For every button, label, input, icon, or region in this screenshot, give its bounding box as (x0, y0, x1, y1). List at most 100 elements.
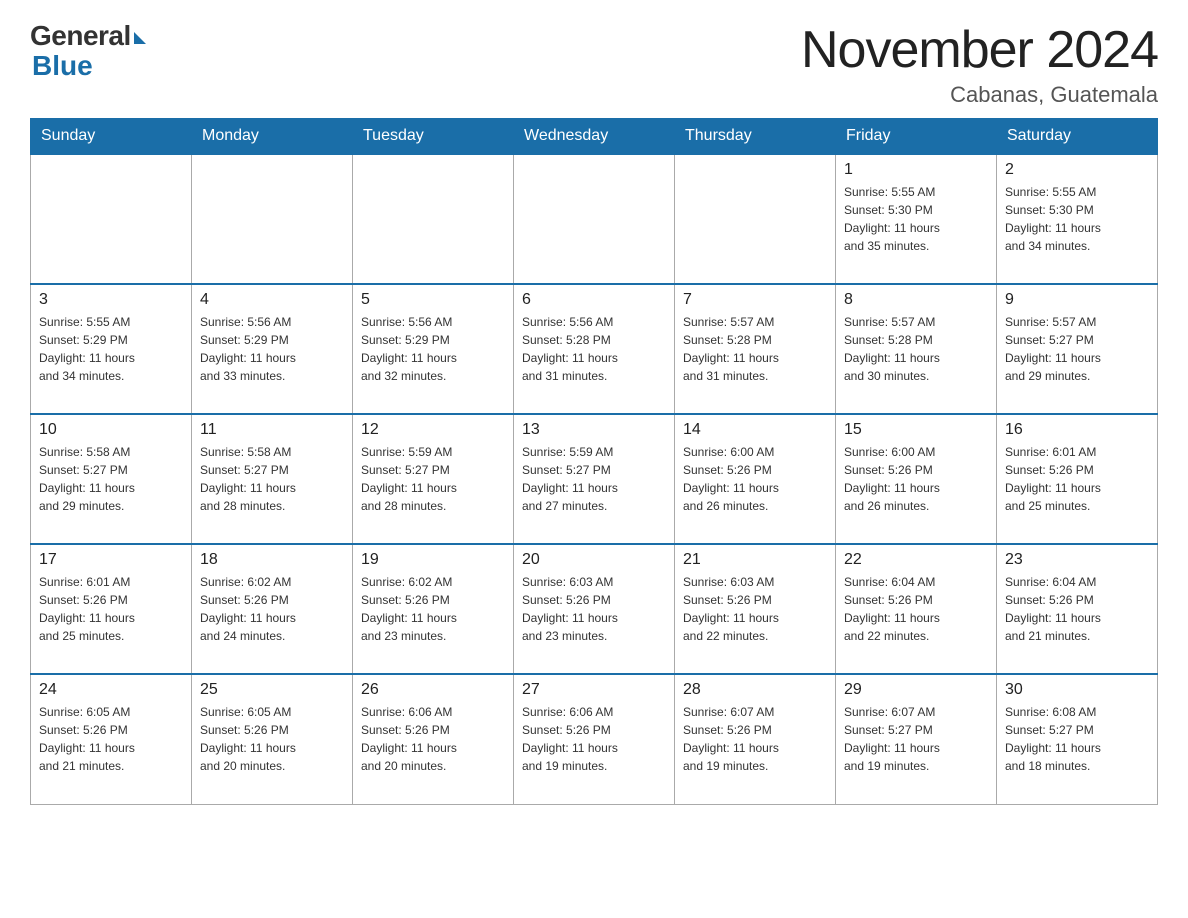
day-number: 1 (844, 161, 988, 179)
day-number: 18 (200, 551, 344, 569)
day-number: 7 (683, 291, 827, 309)
week-row-5: 24 Sunrise: 6:05 AM Sunset: 5:26 PM Dayli… (31, 674, 1158, 804)
calendar-cell: 28 Sunrise: 6:07 AM Sunset: 5:26 PM Dayli… (675, 674, 836, 804)
calendar-cell: 25 Sunrise: 6:05 AM Sunset: 5:26 PM Dayli… (192, 674, 353, 804)
day-number: 12 (361, 421, 505, 439)
day-number: 23 (1005, 551, 1149, 569)
calendar-cell: 27 Sunrise: 6:06 AM Sunset: 5:26 PM Dayli… (514, 674, 675, 804)
day-number: 16 (1005, 421, 1149, 439)
month-title: November 2024 (801, 20, 1158, 80)
day-info: Sunrise: 6:01 AM Sunset: 5:26 PM Dayligh… (39, 573, 183, 645)
calendar-cell: 20 Sunrise: 6:03 AM Sunset: 5:26 PM Dayli… (514, 544, 675, 674)
day-number: 22 (844, 551, 988, 569)
day-info: Sunrise: 6:02 AM Sunset: 5:26 PM Dayligh… (361, 573, 505, 645)
calendar-cell: 6 Sunrise: 5:56 AM Sunset: 5:28 PM Daylig… (514, 284, 675, 414)
week-row-1: 1 Sunrise: 5:55 AM Sunset: 5:30 PM Daylig… (31, 154, 1158, 284)
logo-general-text: General (30, 20, 131, 52)
calendar-cell: 11Sunrise: 5:58 AM Sunset: 5:27 PM Dayli… (192, 414, 353, 544)
day-info: Sunrise: 5:59 AM Sunset: 5:27 PM Dayligh… (522, 443, 666, 515)
calendar-cell: 5 Sunrise: 5:56 AM Sunset: 5:29 PM Daylig… (353, 284, 514, 414)
day-info: Sunrise: 6:02 AM Sunset: 5:26 PM Dayligh… (200, 573, 344, 645)
day-info: Sunrise: 5:57 AM Sunset: 5:28 PM Dayligh… (844, 313, 988, 385)
day-number: 8 (844, 291, 988, 309)
day-number: 2 (1005, 161, 1149, 179)
header-sunday: Sunday (31, 119, 192, 155)
day-info: Sunrise: 6:05 AM Sunset: 5:26 PM Dayligh… (39, 703, 183, 775)
day-info: Sunrise: 6:00 AM Sunset: 5:26 PM Dayligh… (844, 443, 988, 515)
calendar-cell: 19Sunrise: 6:02 AM Sunset: 5:26 PM Dayli… (353, 544, 514, 674)
title-section: November 2024 Cabanas, Guatemala (801, 20, 1158, 108)
logo: General Blue (30, 20, 146, 82)
day-number: 21 (683, 551, 827, 569)
header-monday: Monday (192, 119, 353, 155)
day-info: Sunrise: 6:04 AM Sunset: 5:26 PM Dayligh… (844, 573, 988, 645)
day-number: 10 (39, 421, 183, 439)
calendar-cell: 16Sunrise: 6:01 AM Sunset: 5:26 PM Dayli… (997, 414, 1158, 544)
day-number: 11 (200, 421, 344, 439)
calendar-cell: 4Sunrise: 5:56 AM Sunset: 5:29 PM Daylig… (192, 284, 353, 414)
day-number: 20 (522, 551, 666, 569)
day-number: 5 (361, 291, 505, 309)
day-info: Sunrise: 5:57 AM Sunset: 5:28 PM Dayligh… (683, 313, 827, 385)
day-number: 6 (522, 291, 666, 309)
day-info: Sunrise: 5:56 AM Sunset: 5:28 PM Dayligh… (522, 313, 666, 385)
calendar-cell: 15 Sunrise: 6:00 AM Sunset: 5:26 PM Dayli… (836, 414, 997, 544)
calendar-cell: 30Sunrise: 6:08 AM Sunset: 5:27 PM Dayli… (997, 674, 1158, 804)
day-info: Sunrise: 5:55 AM Sunset: 5:30 PM Dayligh… (1005, 183, 1149, 255)
calendar-cell: 23Sunrise: 6:04 AM Sunset: 5:26 PM Dayli… (997, 544, 1158, 674)
calendar-cell: 17 Sunrise: 6:01 AM Sunset: 5:26 PM Dayli… (31, 544, 192, 674)
week-row-3: 10 Sunrise: 5:58 AM Sunset: 5:27 PM Dayli… (31, 414, 1158, 544)
calendar-cell: 13 Sunrise: 5:59 AM Sunset: 5:27 PM Dayli… (514, 414, 675, 544)
day-info: Sunrise: 6:03 AM Sunset: 5:26 PM Dayligh… (683, 573, 827, 645)
day-number: 17 (39, 551, 183, 569)
day-info: Sunrise: 5:55 AM Sunset: 5:29 PM Dayligh… (39, 313, 183, 385)
calendar-cell (31, 154, 192, 284)
day-info: Sunrise: 6:07 AM Sunset: 5:27 PM Dayligh… (844, 703, 988, 775)
calendar-cell: 29 Sunrise: 6:07 AM Sunset: 5:27 PM Dayli… (836, 674, 997, 804)
calendar-cell: 8 Sunrise: 5:57 AM Sunset: 5:28 PM Daylig… (836, 284, 997, 414)
day-info: Sunrise: 6:05 AM Sunset: 5:26 PM Dayligh… (200, 703, 344, 775)
header-tuesday: Tuesday (353, 119, 514, 155)
calendar-cell: 22 Sunrise: 6:04 AM Sunset: 5:26 PM Dayli… (836, 544, 997, 674)
page-header: General Blue November 2024 Cabanas, Guat… (30, 20, 1158, 108)
day-info: Sunrise: 5:55 AM Sunset: 5:30 PM Dayligh… (844, 183, 988, 255)
calendar-cell (192, 154, 353, 284)
day-number: 30 (1005, 681, 1149, 699)
header-thursday: Thursday (675, 119, 836, 155)
day-number: 25 (200, 681, 344, 699)
day-number: 29 (844, 681, 988, 699)
calendar-table: SundayMondayTuesdayWednesdayThursdayFrid… (30, 118, 1158, 805)
calendar-cell: 12 Sunrise: 5:59 AM Sunset: 5:27 PM Dayli… (353, 414, 514, 544)
calendar-cell: 1 Sunrise: 5:55 AM Sunset: 5:30 PM Daylig… (836, 154, 997, 284)
day-number: 3 (39, 291, 183, 309)
day-number: 27 (522, 681, 666, 699)
day-number: 14 (683, 421, 827, 439)
logo-arrow-icon (134, 32, 146, 44)
day-info: Sunrise: 6:07 AM Sunset: 5:26 PM Dayligh… (683, 703, 827, 775)
calendar-cell: 10 Sunrise: 5:58 AM Sunset: 5:27 PM Dayli… (31, 414, 192, 544)
calendar-cell: 2 Sunrise: 5:55 AM Sunset: 5:30 PM Daylig… (997, 154, 1158, 284)
header-wednesday: Wednesday (514, 119, 675, 155)
day-info: Sunrise: 5:56 AM Sunset: 5:29 PM Dayligh… (361, 313, 505, 385)
calendar-cell: 24 Sunrise: 6:05 AM Sunset: 5:26 PM Dayli… (31, 674, 192, 804)
day-info: Sunrise: 5:58 AM Sunset: 5:27 PM Dayligh… (39, 443, 183, 515)
calendar-cell: 14 Sunrise: 6:00 AM Sunset: 5:26 PM Dayli… (675, 414, 836, 544)
day-info: Sunrise: 6:06 AM Sunset: 5:26 PM Dayligh… (522, 703, 666, 775)
calendar-cell: 26Sunrise: 6:06 AM Sunset: 5:26 PM Dayli… (353, 674, 514, 804)
day-number: 15 (844, 421, 988, 439)
calendar-cell: 21 Sunrise: 6:03 AM Sunset: 5:26 PM Dayli… (675, 544, 836, 674)
calendar-cell (514, 154, 675, 284)
calendar-cell: 7 Sunrise: 5:57 AM Sunset: 5:28 PM Daylig… (675, 284, 836, 414)
day-number: 28 (683, 681, 827, 699)
calendar-cell: 3 Sunrise: 5:55 AM Sunset: 5:29 PM Daylig… (31, 284, 192, 414)
day-info: Sunrise: 5:59 AM Sunset: 5:27 PM Dayligh… (361, 443, 505, 515)
day-info: Sunrise: 5:56 AM Sunset: 5:29 PM Dayligh… (200, 313, 344, 385)
day-number: 24 (39, 681, 183, 699)
calendar-header-row: SundayMondayTuesdayWednesdayThursdayFrid… (31, 119, 1158, 155)
day-number: 13 (522, 421, 666, 439)
day-info: Sunrise: 6:03 AM Sunset: 5:26 PM Dayligh… (522, 573, 666, 645)
day-info: Sunrise: 6:00 AM Sunset: 5:26 PM Dayligh… (683, 443, 827, 515)
calendar-cell (675, 154, 836, 284)
calendar-cell: 18 Sunrise: 6:02 AM Sunset: 5:26 PM Dayli… (192, 544, 353, 674)
week-row-2: 3 Sunrise: 5:55 AM Sunset: 5:29 PM Daylig… (31, 284, 1158, 414)
